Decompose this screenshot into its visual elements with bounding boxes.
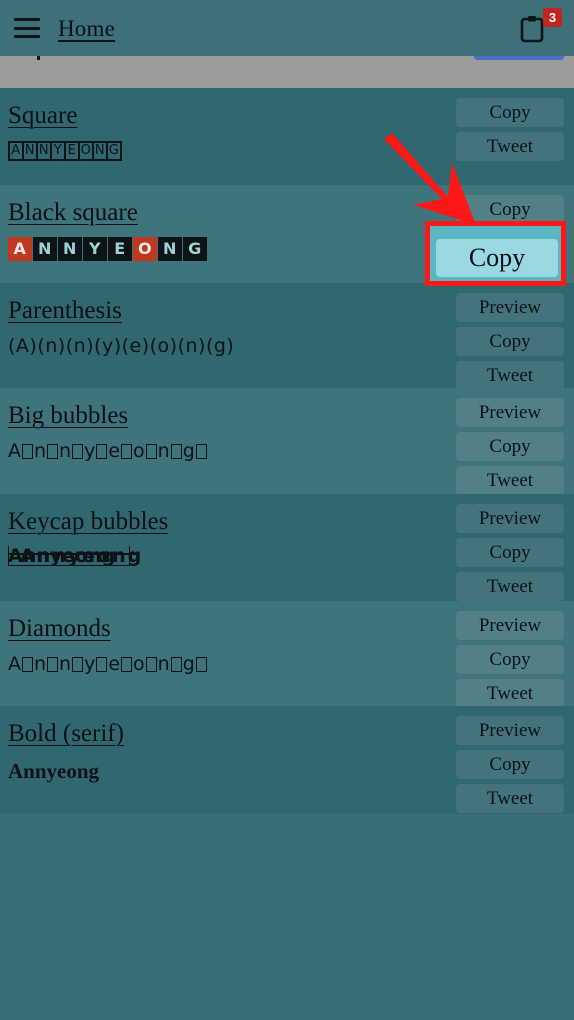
app-bar: Home 3	[0, 0, 574, 56]
missing-glyph-box-icon	[121, 443, 133, 459]
style-row: Keycap bubbles Annyeong Annyeong Preview Cop…	[0, 493, 574, 601]
partially-scrolled-row	[0, 56, 574, 88]
missing-glyph-box-icon	[96, 443, 108, 459]
tweet-button[interactable]: Tweet	[456, 466, 564, 496]
missing-glyph-box-icon	[195, 443, 207, 459]
preview-button[interactable]: Preview	[456, 503, 564, 533]
style-sample-text: Annyeong Annyeong	[8, 545, 248, 571]
style-row: Bold (serif) Annyeong Preview Copy Tweet	[0, 706, 574, 814]
preview-button[interactable]: Preview	[456, 611, 564, 640]
style-row: Square A N N Y E O N G Copy Tweet	[0, 88, 574, 186]
missing-glyph-box-icon	[195, 656, 207, 672]
missing-glyph-box-icon	[96, 656, 108, 672]
sample-glyph: o	[133, 652, 145, 675]
missing-glyph-box-icon	[145, 443, 157, 459]
style-row-title[interactable]: Bold (serif)	[8, 720, 124, 748]
missing-glyph-box-icon	[47, 443, 59, 459]
style-row-title[interactable]: Keycap bubbles	[8, 508, 168, 536]
sample-glyph: n	[157, 439, 170, 462]
sample-glyph: Y	[83, 236, 107, 261]
sample-glyph: n	[157, 652, 170, 675]
font-style-list: Square A N N Y E O N G Copy Tweet Black square A N N Y E…	[0, 88, 574, 814]
style-row-title[interactable]: Big bubbles	[8, 402, 128, 430]
sample-glyph: G	[106, 141, 122, 161]
copy-button[interactable]: Copy	[456, 645, 564, 674]
sample-glyph: e	[108, 652, 121, 675]
tweet-button[interactable]: Tweet	[456, 571, 564, 601]
sample-glyph: A	[8, 439, 21, 462]
hamburger-bar	[14, 18, 40, 21]
row-spacer	[0, 163, 574, 185]
row-action-buttons: Preview Copy Tweet	[456, 398, 564, 496]
style-row-title[interactable]: Parenthesis	[8, 297, 122, 325]
sample-glyph: y	[84, 652, 96, 675]
preview-button[interactable]: Preview	[456, 398, 564, 428]
missing-glyph-box-icon	[170, 443, 182, 459]
hamburger-bar	[14, 35, 40, 38]
copy-button[interactable]: Copy	[456, 750, 564, 780]
missing-glyph-box-icon	[72, 443, 84, 459]
row-action-buttons: Preview Copy Tweet	[456, 293, 564, 390]
clipboard-button[interactable]: 3	[520, 8, 562, 45]
sample-glyph: N	[58, 236, 82, 261]
sample-glyph: n	[34, 439, 47, 462]
highlighted-copy-button[interactable]: Copy	[436, 239, 558, 277]
style-row: Big bubbles An n y e o n g Preview Copy Tweet	[0, 388, 574, 496]
sample-glyph: n	[59, 439, 72, 462]
copy-button[interactable]: Copy	[456, 432, 564, 462]
sample-glyph: N	[158, 236, 182, 261]
sample-glyph: E	[108, 236, 132, 261]
style-row-title[interactable]: Square	[8, 102, 77, 130]
style-row: Diamonds An n y e o n g Preview Copy Tweet	[0, 601, 574, 708]
row-action-buttons: Preview Copy Tweet	[456, 716, 564, 814]
sample-glyph: G	[183, 236, 207, 261]
row-action-buttons: Copy Tweet	[456, 98, 564, 161]
sample-glyph: o	[133, 439, 145, 462]
copy-button[interactable]: Copy	[456, 327, 564, 356]
copy-button[interactable]: Copy	[456, 537, 564, 567]
missing-glyph-box-icon	[145, 656, 157, 672]
missing-glyph-box-icon	[170, 656, 182, 672]
hamburger-bar	[14, 26, 40, 30]
missing-glyph-box-icon	[47, 656, 59, 672]
style-row-title[interactable]: Black square	[8, 199, 138, 227]
style-row-title[interactable]: Diamonds	[8, 615, 111, 643]
copy-button[interactable]: Copy	[456, 98, 564, 127]
clipboard-icon	[520, 16, 544, 43]
style-row: Parenthesis (A)(n)(n)(y)(e)(o)(n)(g) Previ…	[0, 283, 574, 390]
copy-button[interactable]: Copy	[456, 195, 564, 225]
sample-glyph: e	[108, 439, 121, 462]
missing-glyph-box-icon	[22, 443, 33, 459]
preview-button[interactable]: Preview	[456, 716, 564, 746]
missing-glyph-box-icon	[72, 656, 84, 672]
sample-glyph: A	[8, 652, 21, 675]
sample-glyph: g	[182, 439, 195, 462]
missing-glyph-box-icon	[22, 656, 33, 672]
sample-glyph: A	[8, 236, 32, 261]
clipped-text-fragment	[37, 56, 40, 60]
clipped-button-fragment[interactable]	[474, 56, 564, 60]
sample-glyph: n	[34, 652, 47, 675]
row-action-buttons: Preview Copy Tweet	[456, 503, 564, 601]
sample-glyph: O	[133, 236, 157, 261]
sample-glyph: y	[84, 439, 96, 462]
tweet-button[interactable]: Tweet	[456, 132, 564, 161]
sample-glyph: g	[182, 652, 195, 675]
preview-button[interactable]: Preview	[456, 293, 564, 322]
tweet-button[interactable]: Tweet	[456, 679, 564, 708]
sample-glyph-layer: Annyeong	[20, 545, 144, 567]
tweet-button[interactable]: Tweet	[456, 361, 564, 390]
highlight-annotation-box: Copy	[425, 221, 566, 286]
sample-glyph: N	[33, 236, 57, 261]
tweet-button[interactable]: Tweet	[456, 784, 564, 814]
missing-glyph-box-icon	[121, 656, 133, 672]
clipboard-count-badge: 3	[543, 8, 562, 27]
sample-glyph: n	[59, 652, 72, 675]
hamburger-menu-icon[interactable]	[14, 18, 40, 38]
row-action-buttons: Preview Copy Tweet	[456, 611, 564, 708]
home-link[interactable]: Home	[58, 17, 115, 40]
